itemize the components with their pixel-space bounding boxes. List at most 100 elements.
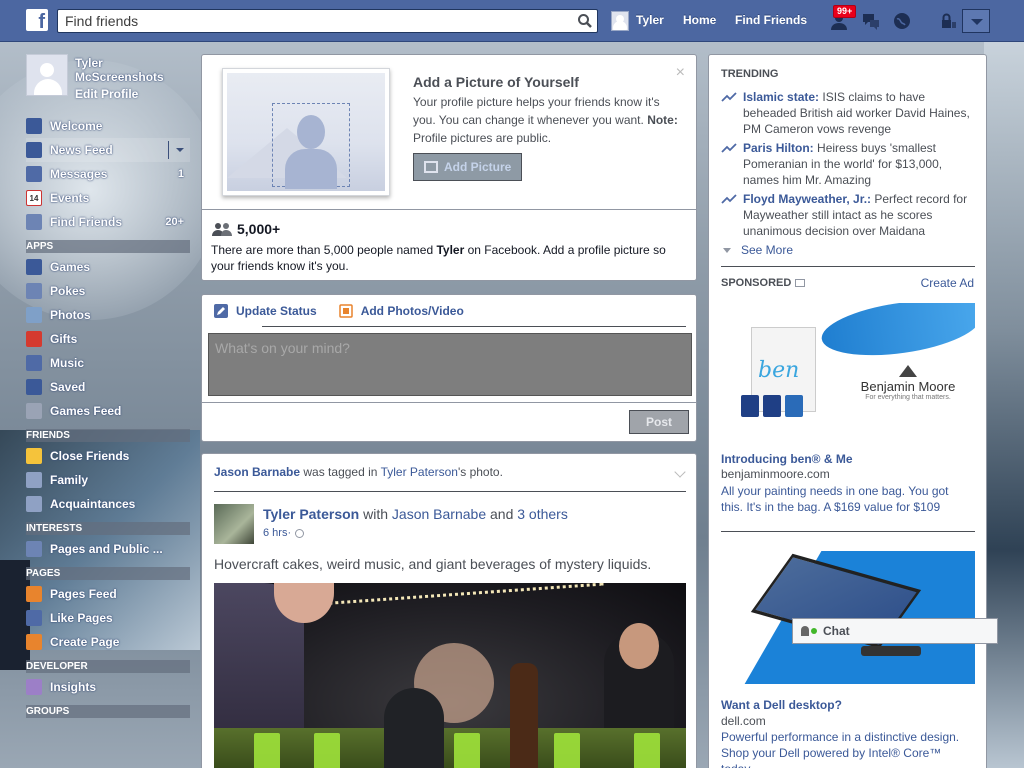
facebook-logo[interactable]: f [26, 9, 48, 31]
active-tab-indicator [214, 325, 262, 327]
tab-add-photos-video[interactable]: Add Photos/Video [338, 304, 464, 318]
author-link[interactable]: Tyler Paterson [263, 506, 359, 522]
sidebar-item-family[interactable]: Family [26, 468, 190, 492]
photo-owner-link[interactable]: Tyler Paterson [381, 465, 458, 479]
profile-name-link[interactable]: Tyler McScreenshots [75, 56, 193, 84]
find-friends-link[interactable]: Find Friends [735, 13, 807, 27]
section-header-groups[interactable]: GROUPS [26, 705, 190, 718]
trending-item[interactable]: Paris Hilton: Heiress buys 'smallest Pom… [721, 140, 979, 188]
ad-description[interactable]: Powerful performance in a distinctive de… [721, 729, 971, 768]
sidebar-item-games[interactable]: Games [26, 255, 190, 279]
chat-bar[interactable]: Chat [792, 618, 998, 644]
divider [168, 141, 169, 159]
section-header-developer[interactable]: DEVELOPER [26, 660, 190, 673]
post-button[interactable]: Post [629, 410, 689, 434]
avatar[interactable] [26, 54, 68, 96]
name-count-row: 5,000+ [212, 221, 280, 237]
post-photo[interactable] [214, 583, 686, 768]
sidebar-item-news-feed[interactable]: News Feed [26, 138, 190, 162]
notification-badge: 99+ [833, 5, 857, 18]
pages-feed-icon [26, 541, 42, 557]
story-context-text: 's photo. [457, 465, 503, 479]
ad-title-link[interactable]: Want a Dell desktop? [721, 698, 842, 712]
sidebar-item-music[interactable]: Music [26, 351, 190, 375]
pokes-icon [26, 283, 42, 299]
ad-brand-tagline: For everything that matters. [865, 394, 951, 401]
tab-label: Add Photos/Video [360, 304, 464, 318]
ad-bag-text: ben [758, 358, 800, 383]
trending-topic[interactable]: Floyd Mayweather, Jr.: [743, 192, 871, 206]
chevron-down-icon[interactable] [176, 148, 184, 152]
chevron-down-icon[interactable] [674, 466, 686, 478]
see-more-label: See More [741, 243, 794, 257]
see-more-link[interactable]: See More [723, 243, 793, 257]
privacy-shortcuts-icon[interactable] [938, 11, 958, 31]
note-label: Note: [647, 113, 678, 127]
facebook-icon [26, 118, 42, 134]
sidebar-item-label: News Feed [50, 143, 113, 157]
timestamp-link[interactable]: 6 hrs [263, 527, 287, 539]
ad-brand-logo: Benjamin Moore For everything that matter… [853, 365, 963, 401]
search-input[interactable] [58, 10, 558, 32]
sidebar-item-photos[interactable]: Photos [26, 303, 190, 327]
sidebar-item-create-page[interactable]: Create Page [26, 630, 190, 654]
sidebar-item-acquaintances[interactable]: Acquaintances [26, 492, 190, 516]
sidebar-item-events[interactable]: 14 Events [26, 186, 190, 210]
sidebar-item-saved[interactable]: Saved [26, 375, 190, 399]
sidebar-item-label: Pages Feed [50, 587, 117, 601]
section-header-interests[interactable]: INTERESTS [26, 522, 190, 535]
sidebar-item-find-friends[interactable]: Find Friends 20+ [26, 210, 190, 234]
create-ad-link[interactable]: Create Ad [921, 276, 974, 290]
profile-picture-prompt: × Add a Picture of Yourself Your profile… [201, 54, 697, 281]
globe-icon[interactable] [295, 528, 305, 538]
sidebar-item-pages-and-public[interactable]: Pages and Public ... [26, 537, 190, 561]
ad-image-benjamin-moore[interactable]: ben Benjamin Moore For everything that ma… [721, 303, 975, 423]
tab-update-status[interactable]: Update Status [214, 304, 317, 318]
tagged-person-link[interactable]: Jason Barnabe [214, 465, 300, 479]
sidebar-item-pages-feed[interactable]: Pages Feed [26, 582, 190, 606]
news-feed-icon [26, 142, 42, 158]
search-box[interactable] [57, 9, 598, 33]
trending-item[interactable]: Islamic state: ISIS claims to have behea… [721, 89, 979, 137]
status-input[interactable] [208, 333, 692, 396]
story-context-text: was tagged in [300, 465, 381, 479]
sidebar-item-label: Pages and Public ... [50, 542, 163, 556]
others-link[interactable]: 3 others [517, 506, 568, 522]
trending-item[interactable]: Floyd Mayweather, Jr.: Perfect record fo… [721, 191, 979, 239]
sidebar-item-insights[interactable]: Insights [26, 675, 190, 699]
acquaintances-icon [26, 496, 42, 512]
search-icon[interactable] [577, 13, 593, 29]
notifications-globe-icon[interactable] [892, 11, 912, 31]
avatar [611, 11, 629, 31]
sidebar-item-like-pages[interactable]: Like Pages [26, 606, 190, 630]
top-profile-link[interactable] [611, 11, 629, 31]
add-picture-button[interactable]: Add Picture [413, 153, 522, 181]
sidebar-item-pokes[interactable]: Pokes [26, 279, 190, 303]
sidebar-item-close-friends[interactable]: Close Friends [26, 444, 190, 468]
trending-icon [721, 143, 737, 153]
messages-icon[interactable] [861, 11, 881, 31]
top-user-name-link[interactable]: Tyler [636, 13, 664, 27]
section-header-apps[interactable]: APPS [26, 240, 190, 253]
section-header-friends[interactable]: FRIENDS [26, 429, 190, 442]
home-link[interactable]: Home [683, 13, 716, 27]
sidebar-item-games-feed[interactable]: Games Feed [26, 399, 190, 423]
sidebar-item-welcome[interactable]: Welcome [26, 114, 190, 138]
photo-icon [338, 304, 353, 318]
account-settings-dropdown[interactable] [962, 9, 990, 33]
edit-profile-link[interactable]: Edit Profile [75, 87, 138, 101]
ad-description[interactable]: All your painting needs in one bag. You … [721, 483, 971, 515]
sidebar-item-messages[interactable]: Messages 1 [26, 162, 190, 186]
avatar[interactable] [214, 504, 254, 544]
trending-topic[interactable]: Paris Hilton: [743, 141, 814, 155]
close-icon[interactable]: × [676, 64, 685, 82]
profile-picture-placeholder [222, 68, 390, 196]
gift-icon [26, 331, 42, 347]
post-timestamp: 6 hrs · [263, 527, 305, 539]
sidebar-item-gifts[interactable]: Gifts [26, 327, 190, 351]
section-header-pages[interactable]: PAGES [26, 567, 190, 580]
ad-title-link[interactable]: Introducing ben® & Me [721, 452, 853, 466]
tagged-friend-link[interactable]: Jason Barnabe [392, 506, 486, 522]
trending-topic[interactable]: Islamic state: [743, 90, 819, 104]
sidebar-item-label: Photos [50, 308, 91, 322]
